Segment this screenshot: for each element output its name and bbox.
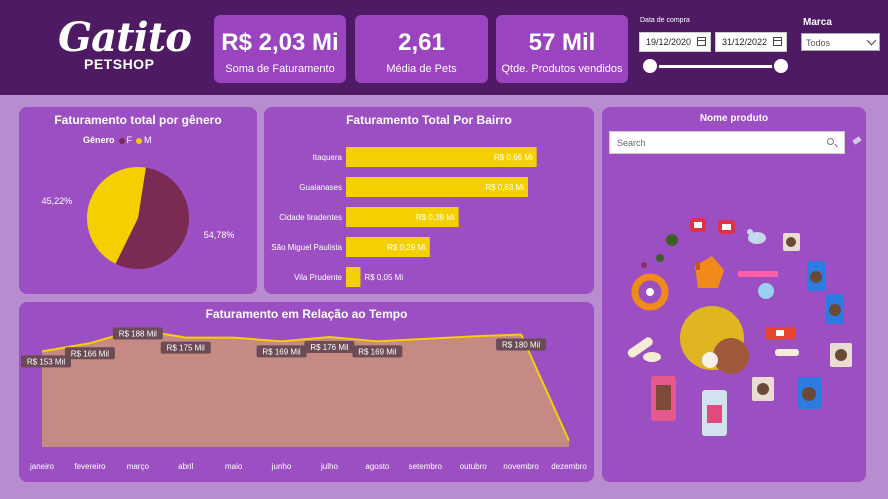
x-tick-label: novembro <box>503 462 539 471</box>
x-tick-label: agosto <box>365 462 390 471</box>
x-tick-label: abril <box>178 462 193 471</box>
food-box-icon[interactable] <box>830 343 852 367</box>
calendar-icon[interactable] <box>773 37 782 46</box>
search-placeholder: Search <box>617 138 646 148</box>
sweater-icon[interactable] <box>690 218 706 232</box>
kpi-card-pets: 2,61 Média de Pets <box>355 15 488 83</box>
date-filter-label: Data de compra <box>640 17 690 24</box>
cookie-ball-icon[interactable] <box>713 338 749 374</box>
food-bag-icon[interactable] <box>783 233 800 251</box>
x-tick-label: outubro <box>460 462 488 471</box>
bar-4[interactable] <box>346 267 361 287</box>
bar-category-label: São Miguel Paulista <box>271 243 342 252</box>
treat-bag-icon[interactable] <box>651 376 676 421</box>
pie-data-label: 45,22% <box>42 196 73 206</box>
header-bar: Gatito PETSHOP R$ 2,03 Mi Soma de Fatura… <box>0 0 888 95</box>
date-range-end-handle[interactable] <box>772 57 790 75</box>
mouse-toy-icon[interactable] <box>747 229 766 244</box>
x-tick-label: setembro <box>409 462 443 471</box>
date-end-value: 31/12/2022 <box>722 37 768 47</box>
x-tick-label: março <box>127 462 150 471</box>
date-range-start-handle[interactable] <box>641 57 659 75</box>
kpi-card-revenue: R$ 2,03 Mi Soma de Faturamento <box>214 15 346 83</box>
brand-filter-label: Marca <box>803 17 832 28</box>
area-data-label: R$ 153 Mil <box>27 357 65 366</box>
area-data-label: R$ 166 Mil <box>71 349 109 358</box>
product-panel-title: Nome produto <box>699 113 769 124</box>
bar-data-label: R$ 0,63 Mi <box>485 183 524 192</box>
pie-data-label: 54,78% <box>204 230 235 240</box>
area-data-label: R$ 188 Mil <box>119 330 157 339</box>
brand-selected-value: Todos <box>806 38 831 48</box>
sweater-icon[interactable] <box>718 220 735 234</box>
kpi-value: 2,61 <box>398 29 445 56</box>
time-area-chart: janeiro fevereiro março abril maio junho julho… <box>21 327 587 471</box>
area-data-label: R$ 169 Mil <box>358 347 396 356</box>
area-data-label: R$ 180 Mil <box>502 341 540 350</box>
bar-category-label: Vila Prudente <box>294 273 342 282</box>
x-tick-label: fevereiro <box>74 462 106 471</box>
x-tick-label: dezembro <box>551 462 587 471</box>
product-image-cloud <box>627 218 852 436</box>
bar-data-label: R$ 0,05 Mi <box>364 273 403 282</box>
bar-data-label: R$ 0,66 Mi <box>494 153 533 162</box>
bowl-icon[interactable] <box>643 352 661 362</box>
date-start-value: 19/12/2020 <box>646 37 692 47</box>
area-data-label: R$ 175 Mil <box>167 344 205 353</box>
bar-category-label: Guaianases <box>299 183 342 192</box>
bar-category-label: Itaquera <box>313 153 343 162</box>
kpi-value: 57 Mil <box>528 29 596 56</box>
food-box-icon[interactable] <box>752 377 774 401</box>
search-icon[interactable] <box>827 138 834 145</box>
product-search-input[interactable]: Search <box>609 131 845 154</box>
date-start-input[interactable]: 19/12/2020 <box>639 32 711 52</box>
collar-icon[interactable] <box>631 273 669 311</box>
leash-icon[interactable] <box>738 271 778 299</box>
kpi-card-products: 57 Mil Qtde. Produtos vendidos <box>496 15 628 83</box>
bar-data-label: R$ 0,39 Mi <box>416 213 455 222</box>
area-data-label: R$ 176 Mil <box>310 343 348 352</box>
kpi-label: Qtde. Produtos vendidos <box>501 63 623 75</box>
x-tick-label: junho <box>271 462 292 471</box>
dog-figure-icon[interactable] <box>695 256 724 288</box>
date-end-input[interactable]: 31/12/2022 <box>715 32 787 52</box>
x-tick-label: maio <box>225 462 243 471</box>
food-can-icon[interactable] <box>807 261 825 291</box>
bug-toy-icon[interactable] <box>641 234 678 268</box>
date-range-slider-track[interactable] <box>650 65 780 68</box>
small-bag-icon[interactable] <box>702 352 718 368</box>
logo-main-text: Gatito <box>58 14 192 61</box>
food-can-icon[interactable] <box>798 377 821 409</box>
calendar-icon[interactable] <box>697 37 706 46</box>
x-tick-label: julho <box>320 462 338 471</box>
gatito-logo: Gatito PETSHOP <box>58 14 192 80</box>
food-can-icon[interactable] <box>826 294 844 324</box>
cat-food-bag-icon[interactable] <box>702 390 727 436</box>
bar-category-label: Cidade tiradentes <box>279 213 342 222</box>
x-tick-label: janeiro <box>29 462 55 471</box>
bar-data-label: R$ 0,29 Mi <box>387 243 426 252</box>
kpi-label: Soma de Faturamento <box>225 63 335 75</box>
kpi-value: R$ 2,03 Mi <box>221 29 339 56</box>
kpi-label: Média de Pets <box>386 63 457 75</box>
neighborhood-bar-chart: Itaquera R$ 0,66 Mi Guaianases R$ 0,63 Mi Ci… <box>271 147 537 287</box>
brand-dropdown[interactable]: Todos <box>801 33 880 51</box>
chevron-down-icon <box>866 35 877 46</box>
gender-pie-chart: 54,78% 45,22% <box>42 167 235 269</box>
red-collar-icon[interactable] <box>765 327 795 339</box>
bone-treat-icon[interactable] <box>775 349 799 356</box>
logo-sub-text: PETSHOP <box>84 56 155 72</box>
area-data-label: R$ 169 Mil <box>262 347 300 356</box>
